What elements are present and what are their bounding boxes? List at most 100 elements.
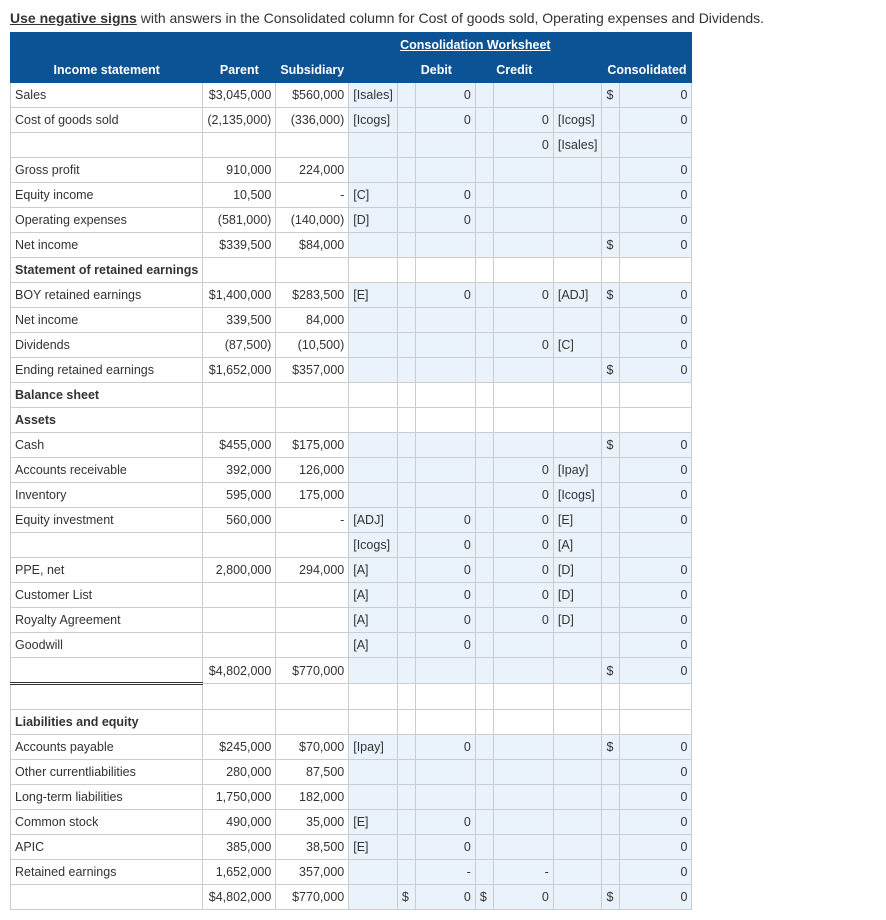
credit-value[interactable]: 0	[493, 133, 553, 158]
credit-ref[interactable]: [D]	[553, 558, 602, 583]
debit-ref[interactable]: [E]	[349, 283, 398, 308]
credit-ref[interactable]	[553, 233, 602, 258]
cons-value[interactable]: 0	[620, 760, 692, 785]
debit-value[interactable]: 0	[415, 108, 475, 133]
credit-ref[interactable]	[553, 760, 602, 785]
cons-value[interactable]: 0	[620, 358, 692, 383]
cons-value[interactable]: 0	[620, 108, 692, 133]
debit-ref[interactable]: [ADJ]	[349, 508, 398, 533]
credit-value[interactable]	[493, 308, 553, 333]
debit-ref[interactable]	[349, 233, 398, 258]
debit-value[interactable]: 0	[415, 735, 475, 760]
credit-ref[interactable]	[553, 735, 602, 760]
cons-value[interactable]: 0	[620, 785, 692, 810]
debit-ref[interactable]: [Icogs]	[349, 533, 398, 558]
credit-value[interactable]	[493, 208, 553, 233]
debit-value[interactable]: 0	[415, 508, 475, 533]
debit-value[interactable]: 0	[415, 208, 475, 233]
cons-value[interactable]: 0	[620, 233, 692, 258]
debit-value[interactable]	[415, 760, 475, 785]
debit-ref[interactable]: [A]	[349, 633, 398, 658]
credit-ref[interactable]	[553, 885, 602, 910]
credit-value[interactable]: 0	[493, 333, 553, 358]
debit-ref[interactable]: [Isales]	[349, 83, 398, 108]
debit-ref[interactable]: [A]	[349, 558, 398, 583]
debit-value[interactable]: 0	[415, 583, 475, 608]
credit-ref[interactable]: [Icogs]	[553, 483, 602, 508]
cons-value[interactable]: 0	[620, 558, 692, 583]
debit-ref[interactable]	[349, 760, 398, 785]
debit-value[interactable]: 0	[415, 533, 475, 558]
debit-ref[interactable]	[349, 860, 398, 885]
debit-ref[interactable]	[349, 308, 398, 333]
debit-value[interactable]: 0	[415, 283, 475, 308]
cons-value[interactable]	[620, 133, 692, 158]
debit-ref[interactable]	[349, 458, 398, 483]
debit-value[interactable]: 0	[415, 835, 475, 860]
debit-ref[interactable]: [C]	[349, 183, 398, 208]
credit-value[interactable]	[493, 810, 553, 835]
debit-value[interactable]	[415, 658, 475, 684]
cons-value[interactable]: 0	[620, 860, 692, 885]
debit-ref[interactable]: [E]	[349, 835, 398, 860]
cons-value[interactable]: 0	[620, 658, 692, 684]
credit-value[interactable]: 0	[493, 108, 553, 133]
debit-value[interactable]	[415, 358, 475, 383]
credit-value[interactable]	[493, 83, 553, 108]
debit-ref[interactable]: [A]	[349, 583, 398, 608]
credit-value[interactable]: 0	[493, 458, 553, 483]
debit-ref[interactable]: [Icogs]	[349, 108, 398, 133]
debit-ref[interactable]	[349, 358, 398, 383]
debit-value[interactable]: 0	[415, 608, 475, 633]
cons-value[interactable]: 0	[620, 183, 692, 208]
debit-ref[interactable]: [E]	[349, 810, 398, 835]
credit-value[interactable]	[493, 233, 553, 258]
cons-value[interactable]: 0	[620, 835, 692, 860]
cons-value[interactable]: 0	[620, 308, 692, 333]
credit-value[interactable]: 0	[493, 508, 553, 533]
debit-value[interactable]	[415, 133, 475, 158]
cons-value[interactable]: 0	[620, 735, 692, 760]
debit-ref[interactable]	[349, 785, 398, 810]
credit-ref[interactable]: [Isales]	[553, 133, 602, 158]
credit-ref[interactable]	[553, 633, 602, 658]
cons-value[interactable]: 0	[620, 433, 692, 458]
credit-value[interactable]: 0	[493, 583, 553, 608]
credit-ref[interactable]	[553, 860, 602, 885]
cons-value[interactable]	[620, 533, 692, 558]
debit-value[interactable]	[415, 158, 475, 183]
cons-value[interactable]: 0	[620, 608, 692, 633]
credit-ref[interactable]: [D]	[553, 583, 602, 608]
credit-ref[interactable]	[553, 785, 602, 810]
credit-ref[interactable]	[553, 83, 602, 108]
credit-value[interactable]: -	[493, 860, 553, 885]
credit-value[interactable]	[493, 658, 553, 684]
cons-value[interactable]: 0	[620, 508, 692, 533]
credit-ref[interactable]: [Ipay]	[553, 458, 602, 483]
credit-value[interactable]	[493, 760, 553, 785]
cons-value[interactable]: 0	[620, 208, 692, 233]
credit-value[interactable]: 0	[493, 558, 553, 583]
debit-value[interactable]	[415, 333, 475, 358]
debit-ref[interactable]	[349, 483, 398, 508]
credit-value[interactable]: 0	[493, 283, 553, 308]
debit-ref[interactable]: [D]	[349, 208, 398, 233]
credit-value[interactable]	[493, 735, 553, 760]
credit-value[interactable]	[493, 183, 553, 208]
credit-ref[interactable]	[553, 158, 602, 183]
cons-value[interactable]: 0	[620, 810, 692, 835]
debit-ref[interactable]	[349, 658, 398, 684]
cons-value[interactable]: 0	[620, 633, 692, 658]
debit-ref[interactable]	[349, 433, 398, 458]
cons-value[interactable]: 0	[620, 885, 692, 910]
debit-ref[interactable]	[349, 885, 398, 910]
credit-value[interactable]: 0	[493, 483, 553, 508]
credit-ref[interactable]	[553, 433, 602, 458]
cons-value[interactable]: 0	[620, 583, 692, 608]
credit-value[interactable]: 0	[493, 533, 553, 558]
credit-ref[interactable]	[553, 658, 602, 684]
credit-value[interactable]	[493, 835, 553, 860]
debit-value[interactable]	[415, 433, 475, 458]
debit-value[interactable]	[415, 308, 475, 333]
debit-value[interactable]: 0	[415, 810, 475, 835]
